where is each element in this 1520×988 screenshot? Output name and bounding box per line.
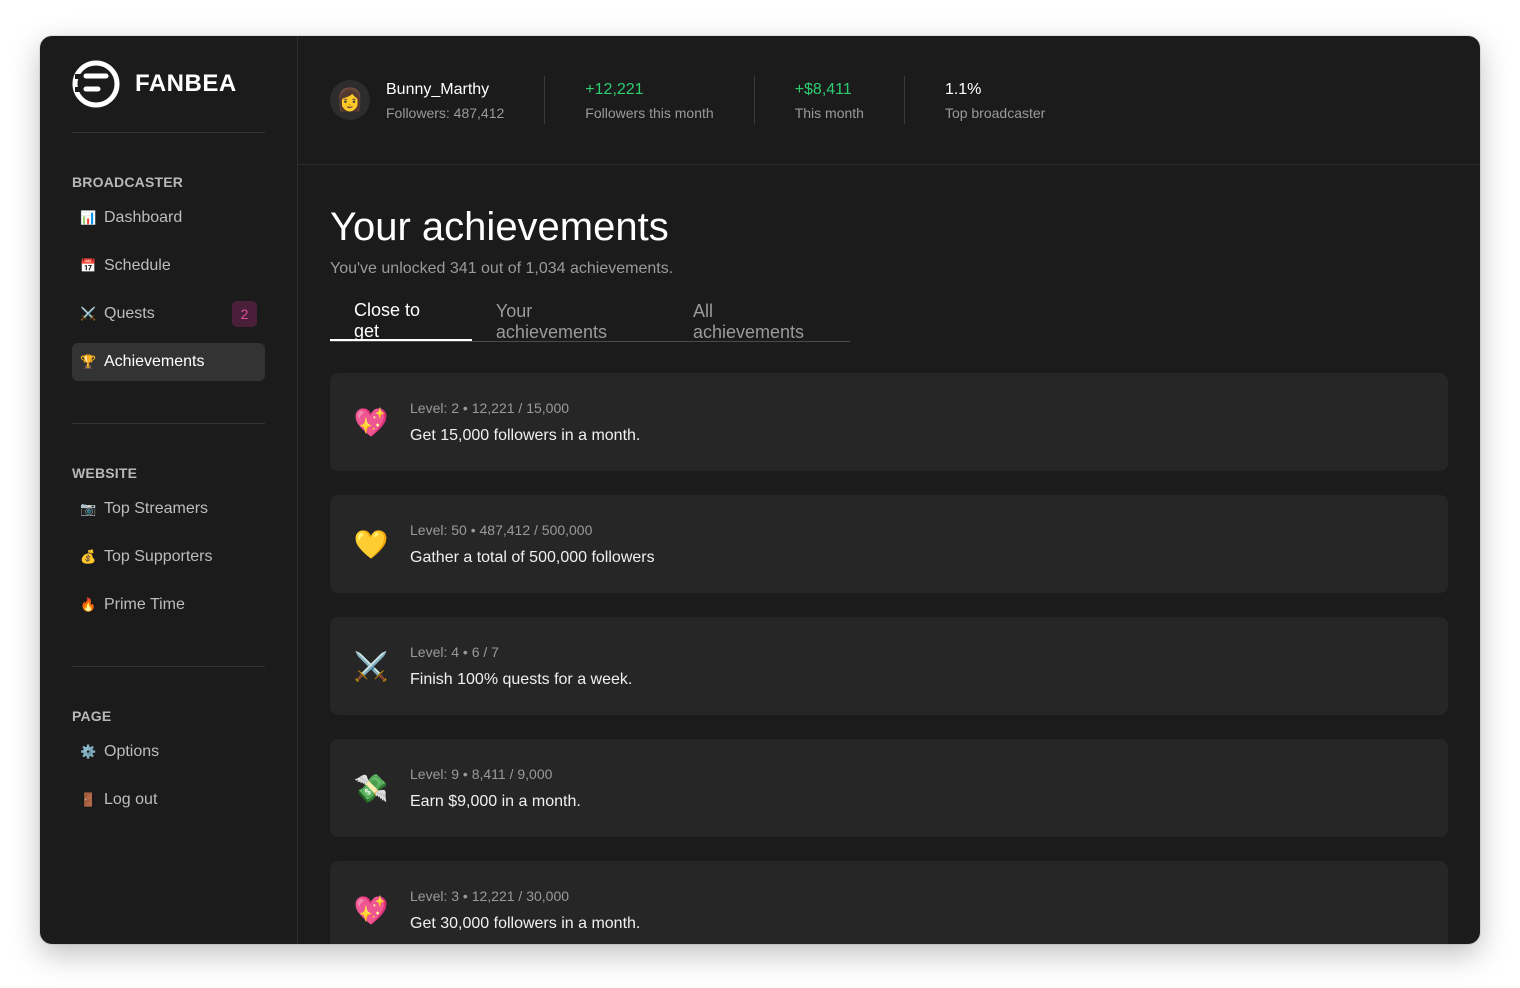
- sidebar-item-label: Prime Time: [104, 596, 185, 613]
- sidebar-item-label: Top Streamers: [104, 500, 209, 517]
- stat-top-broadcaster: 1.1% Top broadcaster: [905, 76, 1085, 124]
- achievement-card[interactable]: 💸 Level: 9 • 8,411 / 9,000 Earn $9,000 i…: [330, 739, 1448, 837]
- sidebar-item-label: Quests: [104, 305, 155, 322]
- achievement-description: Get 30,000 followers in a month.: [410, 914, 641, 932]
- avatar[interactable]: 👩: [330, 80, 370, 120]
- sidebar-item-log-out[interactable]: 🚪 Log out: [72, 781, 265, 819]
- chart-icon: 📊: [80, 210, 97, 225]
- sparkling-heart-icon: 💖: [353, 894, 389, 926]
- sidebar-item-label: Dashboard: [104, 209, 183, 226]
- tab-your-achievements[interactable]: Your achievements: [472, 301, 669, 342]
- sidebar-item-label: Schedule: [104, 257, 171, 274]
- stat-value: +12,221: [585, 80, 644, 98]
- section-title: WEBSITE: [72, 465, 138, 481]
- brand-name: FANBEA: [135, 70, 237, 97]
- section-title: BROADCASTER: [72, 174, 184, 190]
- door-icon: 🚪: [80, 792, 97, 807]
- achievement-progress: Level: 50 • 487,412 / 500,000: [410, 521, 593, 538]
- sidebar-item-label: Options: [104, 743, 160, 760]
- sidebar-item-quests[interactable]: ⚔️ Quests 2: [72, 295, 265, 333]
- money-bag-icon: 💰: [80, 549, 97, 564]
- achievement-description: Get 15,000 followers in a month.: [410, 426, 641, 444]
- app-window: FANBEA BROADCASTER 📊 Dashboard 📅 Schedul…: [40, 36, 1480, 944]
- sidebar-item-schedule[interactable]: 📅 Schedule: [72, 247, 265, 285]
- sidebar-item-label: Top Supporters: [104, 548, 213, 565]
- swords-icon: ⚔️: [353, 650, 389, 682]
- stat-value: +$8,411: [794, 80, 852, 98]
- sidebar: FANBEA BROADCASTER 📊 Dashboard 📅 Schedul…: [40, 36, 298, 944]
- money-wings-icon: 💸: [353, 772, 389, 804]
- gear-icon: ⚙️: [80, 744, 97, 759]
- tab-all-achievements[interactable]: All achievements: [669, 301, 850, 342]
- stat-value: 1.1%: [944, 80, 982, 98]
- sidebar-item-prime-time[interactable]: 🔥 Prime Time: [72, 586, 265, 624]
- achievement-progress: Level: 2 • 12,221 / 15,000: [410, 399, 570, 416]
- achievement-list: 💖 Level: 2 • 12,221 / 15,000 Get 15,000 …: [330, 373, 1448, 944]
- main-content: 👩 Bunny_Marthy Followers: 487,412 +12,22…: [298, 36, 1480, 944]
- sidebar-item-label: Log out: [104, 791, 158, 808]
- sparkling-heart-icon: 💖: [353, 406, 389, 438]
- page-title: Your achievements: [330, 205, 669, 249]
- username: Bunny_Marthy: [386, 80, 490, 98]
- quests-count-badge: 2: [232, 301, 257, 327]
- achievement-description: Earn $9,000 in a month.: [410, 792, 581, 810]
- sidebar-section-page: PAGE ⚙️ Options 🚪 Log out: [72, 667, 265, 861]
- achievement-card[interactable]: ⚔️ Level: 4 • 6 / 7 Finish 100% quests f…: [330, 617, 1448, 715]
- sidebar-item-label: Achievements: [104, 353, 205, 370]
- sidebar-item-top-supporters[interactable]: 💰 Top Supporters: [72, 538, 265, 576]
- achievement-card[interactable]: 💖 Level: 3 • 12,221 / 30,000 Get 30,000 …: [330, 861, 1448, 944]
- yellow-heart-icon: 💛: [353, 528, 389, 560]
- calendar-icon: 📅: [80, 258, 97, 273]
- achievement-tabs: Close to get Your achievements All achie…: [330, 300, 850, 342]
- sidebar-item-options[interactable]: ⚙️ Options: [72, 733, 265, 771]
- topbar: 👩 Bunny_Marthy Followers: 487,412 +12,22…: [298, 36, 1480, 165]
- stat-followers-month: +12,221 Followers this month: [545, 76, 755, 124]
- section-title: PAGE: [72, 708, 112, 724]
- achievement-card[interactable]: 💖 Level: 2 • 12,221 / 15,000 Get 15,000 …: [330, 373, 1448, 471]
- tab-close-to-get[interactable]: Close to get: [330, 300, 472, 341]
- achievement-description: Finish 100% quests for a week.: [410, 670, 633, 688]
- camera-icon: 📷: [80, 501, 97, 516]
- followers-count: Followers: 487,412: [386, 104, 505, 121]
- achievement-description: Gather a total of 500,000 followers: [410, 548, 655, 566]
- profile[interactable]: 👩 Bunny_Marthy Followers: 487,412: [330, 76, 546, 124]
- achievement-progress: Level: 9 • 8,411 / 9,000: [410, 765, 553, 782]
- stat-label: This month: [794, 104, 864, 121]
- achievement-card[interactable]: 💛 Level: 50 • 487,412 / 500,000 Gather a…: [330, 495, 1448, 593]
- sidebar-item-achievements[interactable]: 🏆 Achievements: [72, 343, 265, 381]
- fire-icon: 🔥: [80, 597, 97, 612]
- achievement-progress: Level: 3 • 12,221 / 30,000: [410, 887, 570, 904]
- sidebar-section-broadcaster: BROADCASTER 📊 Dashboard 📅 Schedule ⚔️ Qu…: [72, 133, 265, 424]
- brand[interactable]: FANBEA: [72, 36, 265, 133]
- swords-icon: ⚔️: [80, 306, 97, 321]
- sidebar-item-dashboard[interactable]: 📊 Dashboard: [72, 199, 265, 237]
- sidebar-section-website: WEBSITE 📷 Top Streamers 💰 Top Supporters…: [72, 424, 265, 667]
- stat-label: Followers this month: [585, 104, 714, 121]
- sidebar-item-top-streamers[interactable]: 📷 Top Streamers: [72, 490, 265, 528]
- achievement-progress: Level: 4 • 6 / 7: [410, 643, 499, 660]
- fanbea-logo-icon: [72, 60, 120, 108]
- stat-label: Top broadcaster: [944, 104, 1046, 121]
- stat-earnings-month: +$8,411 This month: [755, 76, 905, 124]
- page-subtitle: You've unlocked 341 out of 1,034 achieve…: [330, 260, 674, 277]
- achievements-page: Your achievements You've unlocked 341 ou…: [298, 205, 1480, 944]
- trophy-icon: 🏆: [80, 354, 97, 369]
